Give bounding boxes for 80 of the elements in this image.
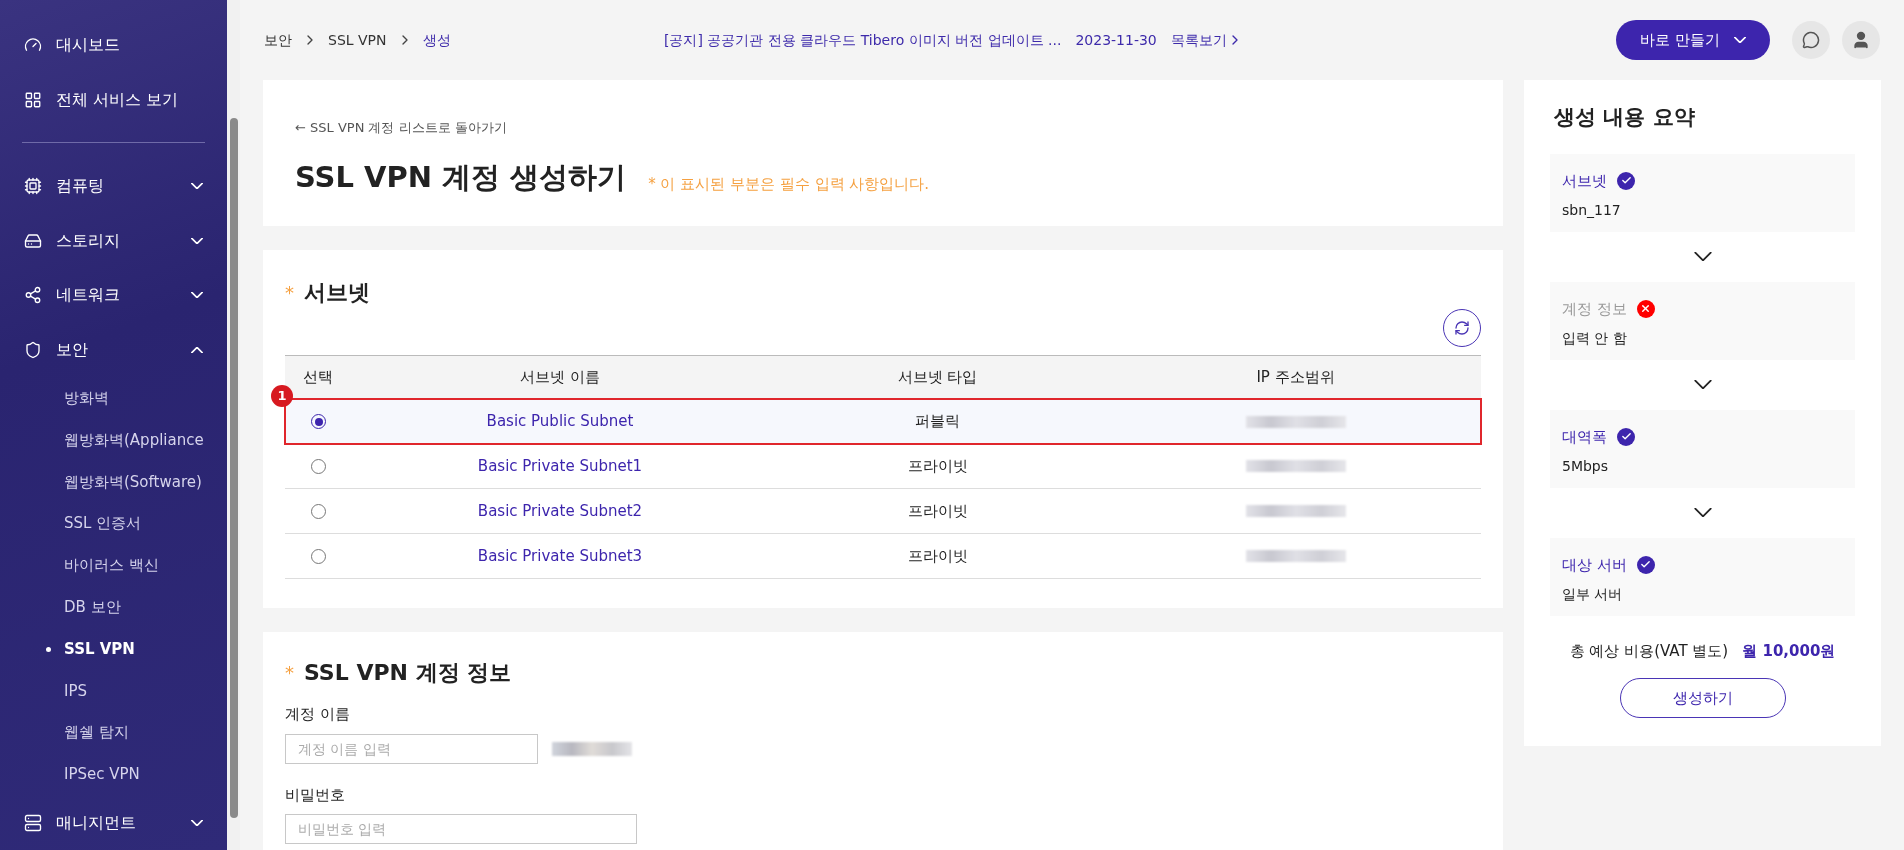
required-note: * 이 표시된 부분은 필수 입력 사항입니다. <box>648 173 930 195</box>
table-cell-text: 퍼블릭 <box>914 411 961 433</box>
text-input-field[interactable]: 계정 이름 입력 <box>285 733 538 764</box>
refresh-icon <box>1454 320 1470 336</box>
summary-value: 입력 안 함 <box>1562 329 1628 348</box>
chevron-down-icon <box>1693 380 1712 389</box>
sidebar-subitem[interactable]: DB 보안 <box>0 586 227 629</box>
table-cell-text: 프라이빗 <box>906 455 969 477</box>
table-row[interactable]: Basic Private Subnet1 프라이빗 <box>285 444 1481 489</box>
sidebar-subitem[interactable]: 바이러스 백신 <box>0 544 227 587</box>
subnet-name-link[interactable]: Basic Private Subnet1 <box>355 454 765 478</box>
sidebar-subitem[interactable]: 웹방화벽(Software) <box>0 461 227 503</box>
chat-icon <box>1802 31 1820 49</box>
chat-button[interactable] <box>1792 21 1830 59</box>
chevron-down-icon <box>1734 37 1746 43</box>
column-header: 서브넷 타입 <box>896 367 979 389</box>
table-row[interactable]: Basic Public Subnet 퍼블릭 <box>285 399 1481 444</box>
summary-label: 대상 서버 <box>1562 554 1627 576</box>
chip-icon <box>24 176 42 195</box>
sidebar-item[interactable]: 컴퓨팅 <box>0 158 227 214</box>
required-asterisk: * <box>285 661 294 685</box>
chevron-down-icon <box>1693 252 1712 261</box>
grid-icon <box>24 91 42 110</box>
summary-value: 5Mbps <box>1562 457 1610 476</box>
sidebar-subitem[interactable]: 웹방화벽(Appliance <box>0 419 227 461</box>
network-icon <box>24 286 42 305</box>
scrollbar-thumb[interactable] <box>229 118 238 818</box>
sidebar-subitem[interactable]: SSL VPN <box>0 628 227 670</box>
breadcrumb-link[interactable]: 보안 <box>264 29 292 51</box>
subnet-name-link[interactable]: Basic Private Subnet2 <box>355 499 765 523</box>
sidebar-subitem[interactable]: SSL 인증서 <box>0 502 227 545</box>
summary-title: 생성 내용 요약 <box>1553 104 1696 131</box>
summary-value: sbn_117 <box>1562 201 1622 220</box>
table-cell-text: 프라이빗 <box>906 545 969 567</box>
sidebar-subitem[interactable]: 방화벽 <box>0 377 227 420</box>
summary-value: 일부 서버 <box>1562 585 1624 604</box>
cost-value: 월 10,000원 <box>1742 640 1836 662</box>
chevron-down-icon <box>1693 508 1712 517</box>
notice-list-link[interactable]: 목록보기 <box>1170 29 1243 51</box>
table-row[interactable]: Basic Private Subnet3 프라이빗 <box>285 534 1481 579</box>
bullet-icon <box>46 646 51 652</box>
summary-label: 서브넷 <box>1562 170 1607 192</box>
field-label: 계정 이름 <box>285 704 351 725</box>
column-header: IP 주소범위 <box>1255 367 1336 389</box>
notice-link[interactable]: [공지] 공공기관 전용 클라우드 Tibero 이미지 버전 업데이트 ... <box>664 29 1062 51</box>
user-icon <box>1851 30 1871 50</box>
field-label: 비밀번호 <box>285 784 346 806</box>
sidebar-subitem[interactable]: IPS <box>0 670 227 712</box>
sidebar-item[interactable]: 매니지먼트 <box>0 795 227 850</box>
notice-date: 2023-11-30 <box>1075 30 1157 50</box>
summary-label: 계정 정보 <box>1562 298 1627 320</box>
section-title: 서브넷 <box>304 279 370 307</box>
sidebar-item[interactable]: 전체 서비스 보기 <box>0 72 227 128</box>
subnet-name-link[interactable]: Basic Private Subnet3 <box>355 544 765 568</box>
sidebar-subitem[interactable]: IPSec VPN <box>0 753 227 796</box>
create-dropdown-button[interactable]: 바로 만들기 <box>1616 20 1770 60</box>
sidebar-subitem[interactable]: 웹쉘 탐지 <box>0 711 227 754</box>
text-input-field[interactable]: 비밀번호 입력 <box>285 814 637 844</box>
breadcrumb-link[interactable]: 생성 <box>422 29 451 51</box>
page-title: SSL VPN 계정 생성하기 <box>295 158 627 196</box>
required-asterisk: * <box>285 281 294 305</box>
sidebar-item[interactable]: 스토리지 <box>0 213 227 268</box>
profile-button[interactable] <box>1842 21 1880 59</box>
server-icon <box>24 813 42 832</box>
back-link[interactable]: ← SSL VPN 계정 리스트로 돌아가기 <box>295 118 1471 138</box>
subnet-name-link[interactable]: Basic Public Subnet <box>355 410 765 433</box>
sidebar-item[interactable]: 네트워크 <box>0 267 227 323</box>
sidebar-item[interactable]: 대시보드 <box>0 18 227 73</box>
table-cell-text: 프라이빗 <box>906 500 969 522</box>
drive-icon <box>24 231 42 250</box>
sidebar-item[interactable]: 보안 <box>0 322 227 378</box>
annotation-badge: 1 <box>271 385 293 407</box>
column-header: 서브넷 이름 <box>519 367 601 389</box>
shield-icon <box>24 341 42 360</box>
summary-label: 대역폭 <box>1562 426 1607 448</box>
breadcrumb-link[interactable]: SSL VPN <box>328 29 387 51</box>
table-row[interactable]: Basic Private Subnet2 프라이빗 <box>285 489 1481 534</box>
cost-label: 총 예상 비용(VAT 별도) <box>1569 640 1729 662</box>
column-header: 선택 <box>302 367 334 389</box>
section-title: SSL VPN 계정 정보 <box>304 659 512 687</box>
